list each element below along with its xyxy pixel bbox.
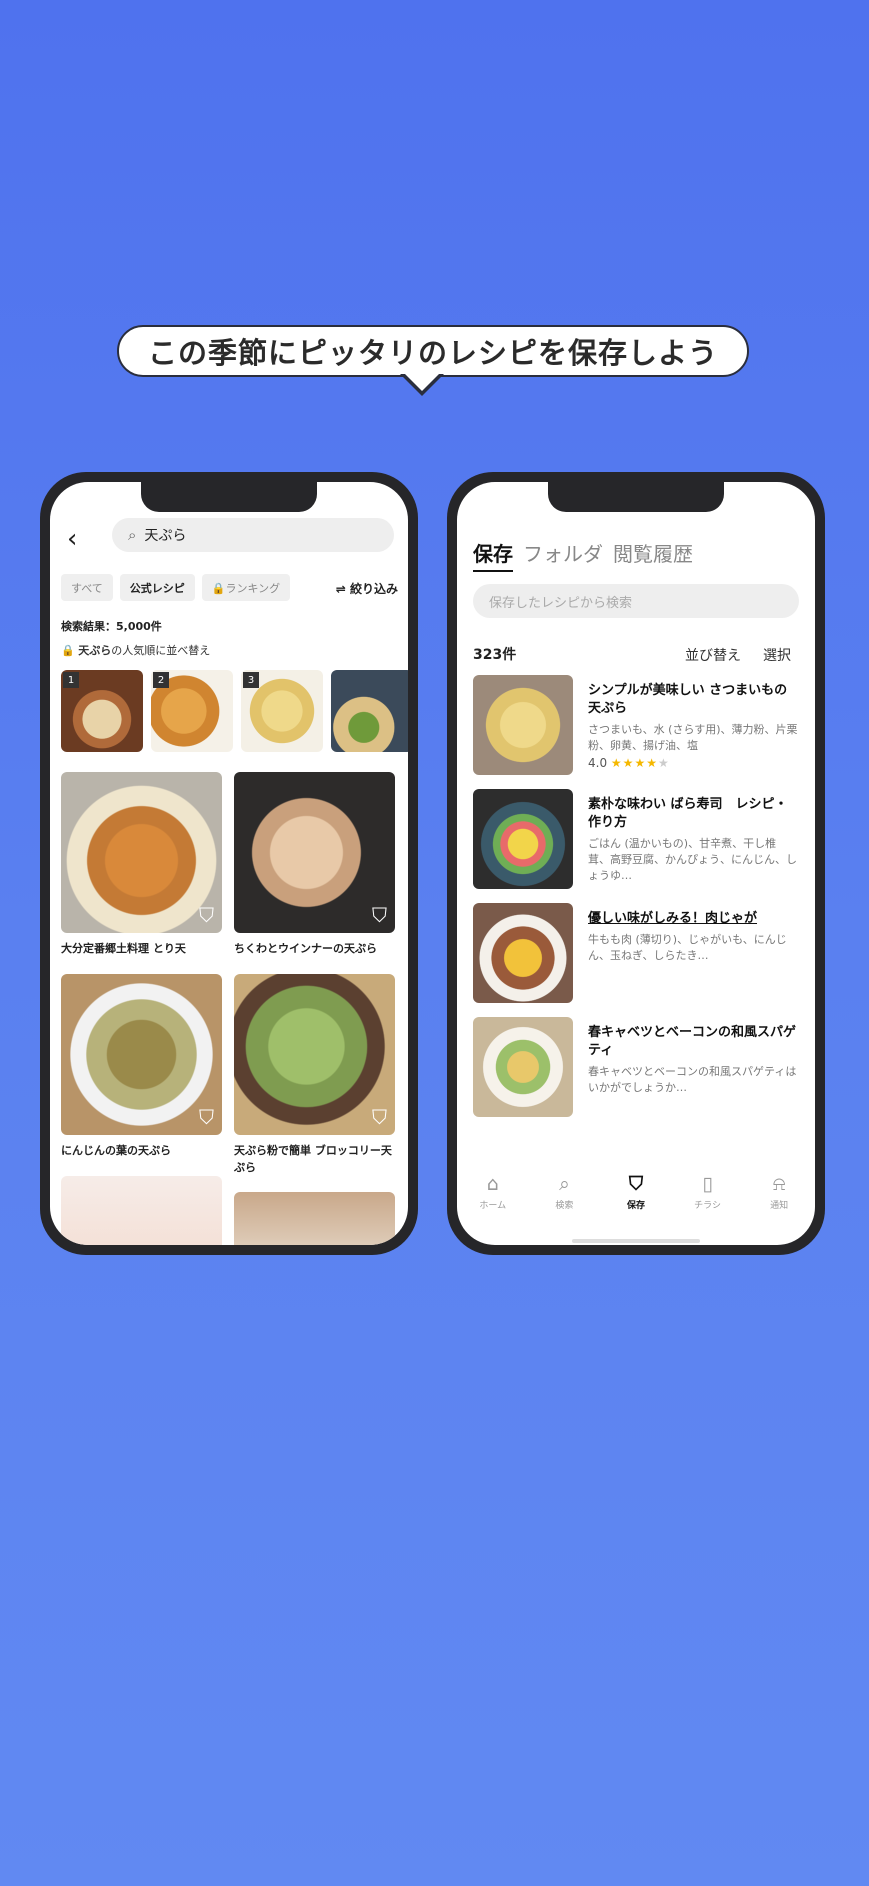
bookmark-icon[interactable]: ⛉ xyxy=(199,903,214,927)
search-placeholder: 保存したレシピから検索 xyxy=(489,595,633,611)
bubble-tail xyxy=(400,372,444,396)
nav-label: 通知 xyxy=(770,1201,789,1211)
nav-label: チラシ xyxy=(694,1201,721,1211)
nav-label: 保存 xyxy=(626,1201,645,1211)
ranking-number: 3 xyxy=(243,672,259,688)
chip-all[interactable]: すべて xyxy=(61,574,113,601)
tab-folder[interactable]: フォルダ xyxy=(523,538,603,567)
saved-recipe-item[interactable]: 優しい味がしみる！肉じゃが 牛もも肉 (薄切り)、じゃがいも、にんじん、玉ねぎ、… xyxy=(473,903,803,1003)
recipe-title: 大分定番郷土料理 とり天 xyxy=(61,942,186,955)
ranking-number: 1 xyxy=(63,672,79,688)
saved-tabs: 保存 フォルダ 閲覧履歴 xyxy=(473,538,693,572)
recipe-title: 素朴な味わい ばら寿司 レシピ・作り方 xyxy=(588,797,788,831)
recipe-ingredients: 春キャベツとベーコンの和風スパゲティはいかがでしょうか… xyxy=(588,1065,797,1095)
ranking-thumb-1[interactable]: 1 xyxy=(61,670,143,752)
saved-recipe-item[interactable]: シンプルが美味しい さつまいもの天ぷら さつまいも、水 (さらす用)、薄力粉、片… xyxy=(473,675,803,775)
recipe-thumbnail xyxy=(473,903,573,1003)
chip-ranking[interactable]: 🔒ランキング xyxy=(201,574,291,601)
nav-label: ホーム xyxy=(479,1201,507,1211)
recipe-title: シンプルが美味しい さつまいもの天ぷら xyxy=(588,683,788,717)
rating-value: 4.0 xyxy=(588,756,608,771)
result-count: 検索結果：5,000件 xyxy=(61,620,162,633)
popular-sort-link[interactable]: 🔒 天ぷらの人気順に並べ替え xyxy=(61,642,210,658)
bookmark-icon[interactable]: ⛉ xyxy=(372,1105,387,1129)
filter-button[interactable]: ⇌ 絞り込み xyxy=(336,580,398,597)
recipe-thumbnail xyxy=(473,789,573,889)
search-bar[interactable]: ⌕ 天ぷら xyxy=(112,518,394,552)
saved-recipe-item[interactable]: 春キャベツとベーコンの和風スパゲティ 春キャベツとベーコンの和風スパゲティはいか… xyxy=(473,1017,803,1117)
search-icon: ⌕ xyxy=(559,1173,570,1195)
recipe-card[interactable]: ⛉ 大分定番郷土料理 とり天 xyxy=(61,772,222,958)
recipe-ingredients: 牛もも肉 (薄切り)、じゃがいも、にんじん、玉ねぎ、しらたき… xyxy=(588,933,787,963)
recipe-thumbnail xyxy=(473,1017,573,1117)
nav-search[interactable]: ⌕ 検索 xyxy=(534,1172,594,1232)
bookmark-icon: ⛉ xyxy=(628,1173,644,1195)
saved-recipe-item[interactable]: 素朴な味わい ばら寿司 レシピ・作り方 ごはん (温かいもの)、甘辛煮、干し椎茸… xyxy=(473,789,803,889)
phone-search: ‹ ⌕ 天ぷら すべて 公式レシピ 🔒ランキング ⇌ 絞り込み 検索結果：5,0… xyxy=(40,472,418,1255)
search-icon: ⌕ xyxy=(128,526,137,544)
recipe-title: 春キャベツとベーコンの和風スパゲティ xyxy=(588,1025,797,1059)
ranking-thumb-2[interactable]: 2 xyxy=(151,670,233,752)
filter-label: 絞り込み xyxy=(349,582,398,596)
recipe-title: にんじんの葉の天ぷら xyxy=(61,1144,171,1157)
notch xyxy=(548,482,724,512)
select-button[interactable]: 選択 xyxy=(763,645,791,665)
notch xyxy=(141,482,317,512)
chevron-left-icon[interactable]: ‹ xyxy=(67,524,77,554)
caption-text: この季節にピッタリのレシピを保存しよう xyxy=(147,336,718,370)
flyer-icon: ▯ xyxy=(702,1173,713,1195)
sort-text: の人気順に並べ替え xyxy=(111,644,211,657)
bottom-nav: ⌂ ホーム ⌕ 検索 ⛉ 保存 ▯ チラシ ⍾ 通知 xyxy=(457,1172,815,1232)
filter-chips: すべて 公式レシピ 🔒ランキング xyxy=(61,574,291,601)
ranking-thumb-4[interactable] xyxy=(331,670,408,752)
ranking-thumbnails: 1 2 3 xyxy=(61,670,408,752)
bookmark-icon[interactable]: ⛉ xyxy=(372,903,387,927)
phone-saved: 保存 フォルダ 閲覧履歴 保存したレシピから検索 323件 並び替え 選択 シン… xyxy=(447,472,825,1255)
sort-keyword: 天ぷら xyxy=(78,644,112,657)
sort-button[interactable]: 並び替え xyxy=(685,645,741,665)
bookmark-icon[interactable]: ⛉ xyxy=(199,1105,214,1129)
ranking-number: 2 xyxy=(153,672,169,688)
recipe-card[interactable]: ⛉ にんじんの葉の天ぷら xyxy=(61,974,222,1160)
ranking-thumb-3[interactable]: 3 xyxy=(241,670,323,752)
nav-label: 検索 xyxy=(555,1201,574,1211)
recipe-thumbnail xyxy=(473,675,573,775)
nav-home[interactable]: ⌂ ホーム xyxy=(463,1172,523,1232)
tab-history[interactable]: 閲覧履歴 xyxy=(613,538,693,567)
recipe-image: ⛉ xyxy=(234,974,395,1135)
recipe-title: 天ぷら粉で簡単 ブロッコリー天ぷら xyxy=(234,1144,392,1174)
home-icon: ⌂ xyxy=(486,1173,499,1195)
bell-icon: ⍾ xyxy=(772,1173,786,1195)
recipe-card[interactable] xyxy=(61,1176,222,1245)
chip-official[interactable]: 公式レシピ xyxy=(119,574,195,601)
caption-bubble: この季節にピッタリのレシピを保存しよう xyxy=(117,325,749,377)
recipe-card[interactable]: ⛉ ちくわとウインナーの天ぷら xyxy=(234,772,395,958)
recipe-image: ⛉ xyxy=(61,772,222,933)
saved-count: 323件 xyxy=(473,647,517,663)
recipe-title: 優しい味がしみる！肉じゃが xyxy=(588,911,758,926)
sliders-icon: ⇌ xyxy=(335,582,346,596)
star-icons: ★★★★★ xyxy=(610,756,670,771)
recipe-image: ⛉ xyxy=(234,772,395,933)
lock-icon: 🔒 xyxy=(61,644,75,657)
search-screen: ‹ ⌕ 天ぷら すべて 公式レシピ 🔒ランキング ⇌ 絞り込み 検索結果：5,0… xyxy=(50,482,408,1245)
saved-search-input[interactable]: 保存したレシピから検索 xyxy=(473,584,799,618)
search-query: 天ぷら xyxy=(144,528,187,544)
home-indicator xyxy=(572,1239,700,1243)
recipe-card[interactable] xyxy=(234,1192,395,1245)
recipe-image xyxy=(234,1192,395,1245)
recipe-image: ⛉ xyxy=(61,974,222,1135)
recipe-ingredients: さつまいも、水 (さらす用)、薄力粉、片栗粉、卵黄、揚げ油、塩 xyxy=(588,723,798,753)
tab-saved[interactable]: 保存 xyxy=(473,538,513,572)
saved-screen: 保存 フォルダ 閲覧履歴 保存したレシピから検索 323件 並び替え 選択 シン… xyxy=(457,482,815,1245)
nav-flyer[interactable]: ▯ チラシ xyxy=(678,1172,738,1232)
recipe-card[interactable]: ⛉ 天ぷら粉で簡単 ブロッコリー天ぷら xyxy=(234,974,395,1176)
recipe-rating: 4.0 ★★★★★ xyxy=(588,756,798,770)
nav-saved[interactable]: ⛉ 保存 xyxy=(606,1172,666,1232)
recipe-title: ちくわとウインナーの天ぷら xyxy=(234,942,377,955)
recipe-image xyxy=(61,1176,222,1245)
recipe-ingredients: ごはん (温かいもの)、甘辛煮、干し椎茸、高野豆腐、かんぴょう、にんじん、しょう… xyxy=(588,837,797,883)
nav-notifications[interactable]: ⍾ 通知 xyxy=(749,1172,809,1232)
